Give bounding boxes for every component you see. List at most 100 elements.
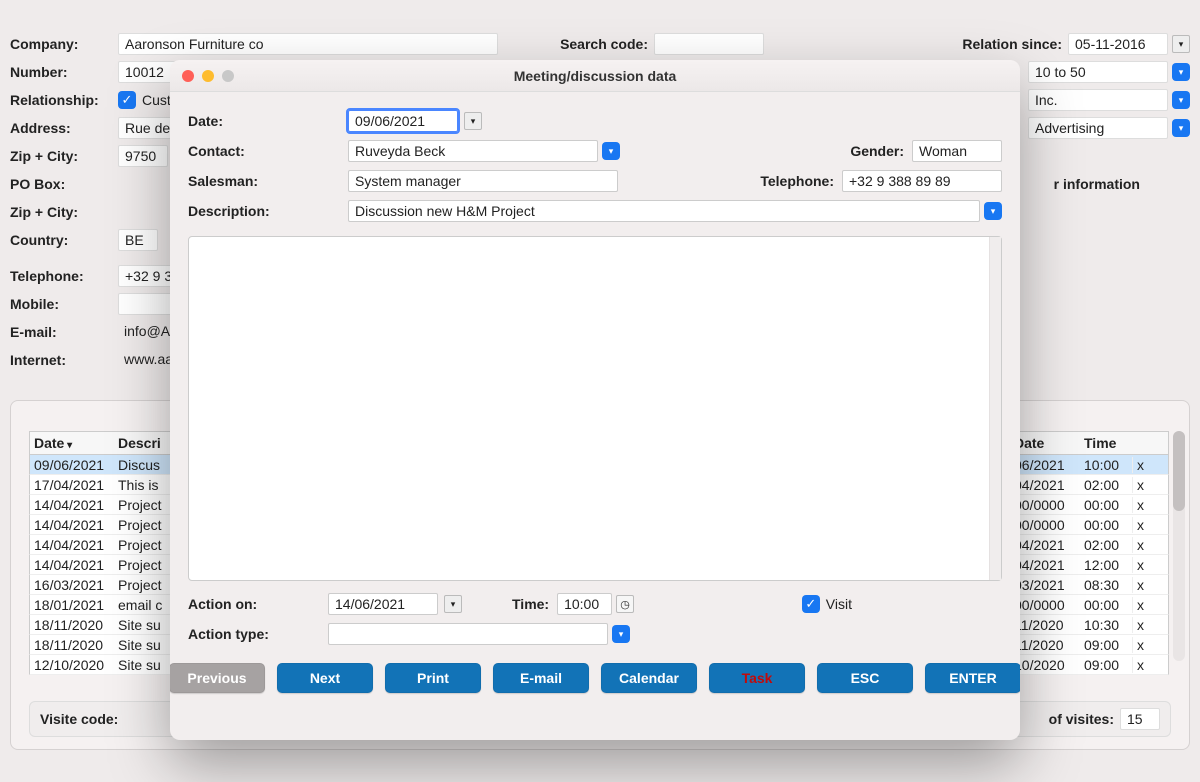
label-action-on: Action on:	[188, 596, 328, 612]
table-row[interactable]: 14/04/2021Project	[29, 495, 189, 515]
table-row[interactable]: 00/000000:00x	[1009, 495, 1169, 515]
print-button[interactable]: Print	[385, 663, 481, 693]
date-input[interactable]: 09/06/2021	[348, 110, 458, 132]
table-row[interactable]: 09/06/2021Discus	[29, 455, 189, 475]
label-telephone-m: Telephone:	[760, 173, 842, 189]
salesman-input[interactable]: System manager	[348, 170, 618, 192]
titlebar[interactable]: Meeting/discussion data	[170, 60, 1020, 92]
sector-select[interactable]: Advertising	[1028, 117, 1168, 139]
label-company: Company:	[10, 36, 118, 52]
table-row[interactable]: 04/202102:00x	[1009, 475, 1169, 495]
table-row[interactable]: 16/03/2021Project	[29, 575, 189, 595]
zip-input[interactable]: 9750	[118, 145, 168, 167]
label-time: Time:	[512, 596, 557, 612]
label-visite-code: Visite code:	[40, 711, 118, 727]
label-internet: Internet:	[10, 352, 118, 368]
table-row[interactable]: 00/000000:00x	[1009, 595, 1169, 615]
notes-textarea[interactable]	[188, 236, 1002, 581]
clock-icon[interactable]: ◷	[616, 595, 634, 613]
contact-select[interactable]: Ruveyda Beck	[348, 140, 598, 162]
label-gender: Gender:	[850, 143, 912, 159]
table-row[interactable]: 18/11/2020Site su	[29, 635, 189, 655]
label-email: E-mail:	[10, 324, 118, 340]
label-salesman: Salesman:	[188, 173, 348, 189]
actions-table[interactable]: Date Time 06/202110:00x04/202102:00x00/0…	[1009, 431, 1169, 675]
sector-dropdown-icon[interactable]	[1172, 119, 1190, 137]
company-input[interactable]: Aaronson Furniture co	[118, 33, 498, 55]
relation-since-dropdown[interactable]	[1172, 35, 1190, 53]
telephone-input[interactable]: +32 9 3	[118, 265, 173, 287]
action-on-input[interactable]: 14/06/2021	[328, 593, 438, 615]
meeting-dialog: Meeting/discussion data Date: 09/06/2021…	[170, 60, 1020, 740]
visit-label: Visit	[826, 596, 852, 612]
next-button[interactable]: Next	[277, 663, 373, 693]
actions-scrollbar[interactable]	[1173, 431, 1185, 661]
table-row[interactable]: 14/04/2021Project	[29, 515, 189, 535]
internet-input[interactable]: www.aa	[118, 349, 173, 371]
label-relationship: Relationship:	[10, 92, 118, 108]
task-button[interactable]: Task	[709, 663, 805, 693]
esc-button[interactable]: ESC	[817, 663, 913, 693]
customer-label: Cust	[142, 92, 171, 108]
table-row[interactable]: 06/202110:00x	[1009, 455, 1169, 475]
label-description: Description:	[188, 203, 348, 219]
time-input[interactable]: 10:00	[557, 593, 612, 615]
action-on-dropdown[interactable]	[444, 595, 462, 613]
col-date[interactable]: Date	[30, 435, 114, 451]
date-dropdown[interactable]	[464, 112, 482, 130]
label-country: Country:	[10, 232, 118, 248]
contact-dropdown-icon[interactable]	[602, 142, 620, 160]
meetings-table[interactable]: Date Descri 09/06/2021Discus17/04/2021Th…	[29, 431, 189, 675]
label-other-info: r information	[1054, 176, 1140, 192]
telephone-input-m[interactable]: +32 9 388 89 89	[842, 170, 1002, 192]
action-type-select[interactable]	[328, 623, 608, 645]
table-row[interactable]: 00/000000:00x	[1009, 515, 1169, 535]
gender-input[interactable]: Woman	[912, 140, 1002, 162]
employees-dropdown-icon[interactable]	[1172, 63, 1190, 81]
table-row[interactable]: 11/202010:30x	[1009, 615, 1169, 635]
legal-form-dropdown-icon[interactable]	[1172, 91, 1190, 109]
enter-button[interactable]: ENTER	[925, 663, 1020, 693]
of-visites-value[interactable]: 15	[1120, 708, 1160, 730]
country-input[interactable]: BE	[118, 229, 158, 251]
action-type-dropdown-icon[interactable]	[612, 625, 630, 643]
col-time-r[interactable]: Time	[1080, 435, 1132, 451]
table-row[interactable]: 17/04/2021This is	[29, 475, 189, 495]
description-input[interactable]: Discussion new H&M Project	[348, 200, 980, 222]
notes-scrollbar[interactable]	[989, 237, 1001, 580]
label-telephone: Telephone:	[10, 268, 118, 284]
table-row[interactable]: 14/04/2021Project	[29, 535, 189, 555]
address-input[interactable]: Rue de l	[118, 117, 178, 139]
label-search-code: Search code:	[548, 36, 648, 52]
label-of-visites: of visites:	[1049, 711, 1114, 727]
label-zip-city-2: Zip + City:	[10, 204, 118, 220]
table-row[interactable]: 03/202108:30x	[1009, 575, 1169, 595]
visit-checkbox[interactable]: ✓	[802, 595, 820, 613]
email-button[interactable]: E-mail	[493, 663, 589, 693]
legal-form-select[interactable]: Inc.	[1028, 89, 1168, 111]
calendar-button[interactable]: Calendar	[601, 663, 697, 693]
table-row[interactable]: 10/202009:00x	[1009, 655, 1169, 675]
col-date-r[interactable]: Date	[1010, 435, 1080, 451]
previous-button[interactable]: Previous	[170, 663, 265, 693]
label-relation-since: Relation since:	[962, 36, 1068, 52]
label-action-type: Action type:	[188, 626, 328, 642]
email-input[interactable]: info@Aa	[118, 321, 173, 343]
employees-select[interactable]: 10 to 50	[1028, 61, 1168, 83]
table-row[interactable]: 18/11/2020Site su	[29, 615, 189, 635]
table-row[interactable]: 04/202102:00x	[1009, 535, 1169, 555]
search-code-input[interactable]	[654, 33, 764, 55]
customer-checkbox[interactable]: ✓	[118, 91, 136, 109]
table-row[interactable]: 14/04/2021Project	[29, 555, 189, 575]
table-row[interactable]: 18/01/2021email c	[29, 595, 189, 615]
table-row[interactable]: 11/202009:00x	[1009, 635, 1169, 655]
description-dropdown-icon[interactable]	[984, 202, 1002, 220]
dialog-buttonbar: Previous Next Print E-mail Calendar Task…	[170, 649, 1020, 707]
table-row[interactable]: 12/10/2020Site su	[29, 655, 189, 675]
number-input[interactable]: 10012	[118, 61, 178, 83]
mobile-input[interactable]	[118, 293, 173, 315]
relation-since-input[interactable]: 05-11-2016	[1068, 33, 1168, 55]
scrollbar-thumb[interactable]	[1173, 431, 1185, 511]
table-row[interactable]: 04/202112:00x	[1009, 555, 1169, 575]
label-zip-city: Zip + City:	[10, 148, 118, 164]
